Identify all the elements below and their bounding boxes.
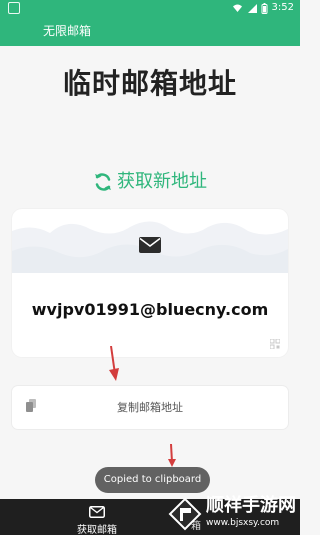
mail-icon <box>139 237 161 253</box>
status-icons: 3:52 <box>232 2 294 14</box>
get-new-address-button[interactable]: 获取新地址 <box>0 170 300 194</box>
copy-address-button[interactable]: 复制邮箱地址 <box>12 386 288 429</box>
watermark-logo-icon <box>168 497 202 531</box>
watermark-brand: 顺祥手游网 <box>206 495 296 516</box>
status-app-icon <box>8 2 20 14</box>
watermark-url: www.bjsxsy.com <box>206 518 280 528</box>
get-new-address-label: 获取新地址 <box>117 171 207 192</box>
copied-toast: Copied to clipboard <box>95 467 210 493</box>
screen: 3:52 无限邮箱 临时邮箱地址 获取新地址 wvjpv01991@bluecn… <box>0 0 300 535</box>
wifi-icon <box>232 4 242 12</box>
page-title: 临时邮箱地址 <box>62 67 237 100</box>
status-time: 3:52 <box>271 2 294 13</box>
copy-address-label: 复制邮箱地址 <box>117 401 183 414</box>
nav-item-get-email[interactable]: 获取邮箱 <box>76 503 118 535</box>
mail-outline-icon <box>89 506 105 518</box>
status-bar: 3:52 <box>0 0 300 16</box>
app-bar: 无限邮箱 <box>0 16 300 46</box>
site-watermark: 顺祥手游网 www.bjsxsy.com <box>166 492 300 535</box>
annotation-arrow-toast <box>168 444 176 467</box>
nav-item-label: 获取邮箱 <box>77 525 117 535</box>
battery-icon <box>261 2 268 14</box>
signal-icon <box>247 4 257 13</box>
refresh-icon <box>95 173 111 191</box>
qr-icon[interactable] <box>270 339 280 349</box>
email-address: wvjpv01991@bluecny.com <box>31 300 269 319</box>
app-title: 无限邮箱 <box>43 24 92 38</box>
annotation-arrow-copy <box>109 346 119 381</box>
email-card: wvjpv01991@bluecny.com <box>12 209 288 357</box>
